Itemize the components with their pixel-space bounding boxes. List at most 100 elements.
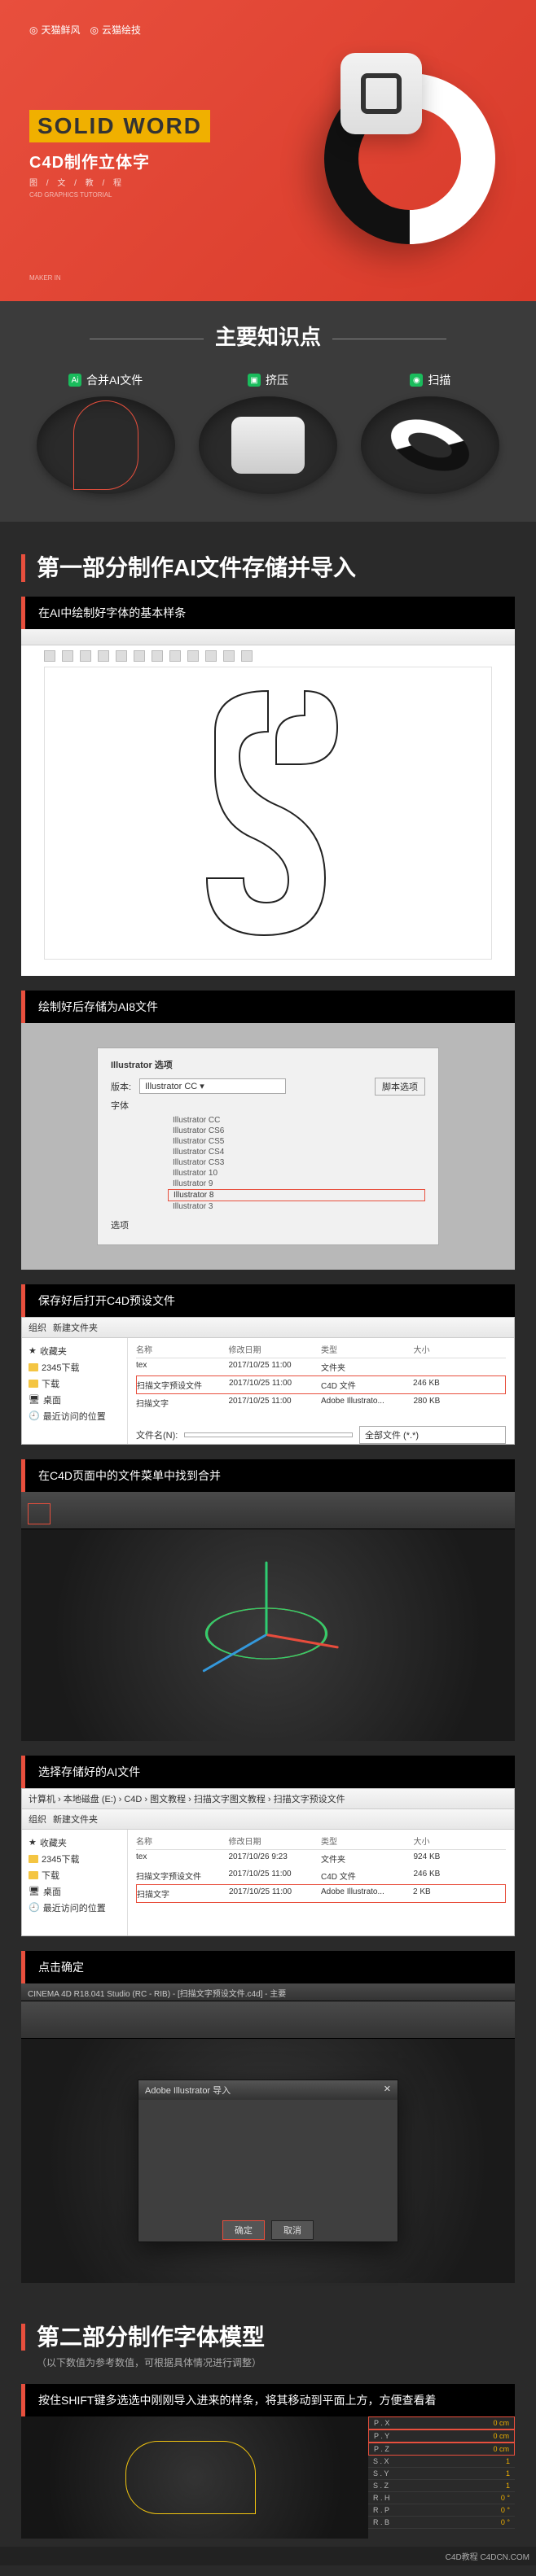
axis-gizmo[interactable] <box>266 1634 270 1637</box>
explorer-btn[interactable]: 新建文件夹 <box>53 1813 98 1826</box>
kp-item-sweep: ◉扫描 <box>357 372 503 494</box>
version-label: 版本: <box>111 1080 131 1093</box>
coordinate-panel[interactable]: P . X0 cm P . Y0 cm P . Z0 cm S . X1 S .… <box>368 2416 515 2539</box>
step-open-c4d-preset: 保存好后打开C4D预设文件 组织 新建文件夹 ★ 收藏夹 2345下载 下载 🖥… <box>21 1284 515 1445</box>
version-option[interactable]: Illustrator CS6 <box>168 1126 425 1136</box>
coord-row[interactable]: S . X1 <box>368 2456 515 2468</box>
ai-tool-icon[interactable] <box>205 650 217 662</box>
ai-tool-icon[interactable] <box>187 650 199 662</box>
explorer-btn[interactable]: 组织 <box>29 1321 46 1334</box>
file-row[interactable]: tex2017/10/26 9:23文件夹924 KB <box>136 1850 506 1867</box>
ai-tool-icon[interactable] <box>98 650 109 662</box>
part-2-note: （以下数值为参考数值，可根据具体情况进行调整） <box>21 2355 515 2369</box>
coord-row[interactable]: R . H0 ° <box>368 2492 515 2504</box>
explorer-btn[interactable]: 新建文件夹 <box>53 1321 98 1334</box>
version-option[interactable]: Illustrator CC <box>168 1115 425 1126</box>
cancel-button[interactable]: 取消 <box>271 2220 314 2240</box>
ai-tool-icon[interactable] <box>223 650 235 662</box>
explorer-sidebar[interactable]: ★ 收藏夹 2345下载 下载 🖥 桌面 🕘 最近访问的位置 <box>22 1338 128 1444</box>
col-name[interactable]: 名称 <box>136 1835 229 1847</box>
sidebar-item[interactable]: ★ 收藏夹 <box>29 1343 121 1359</box>
c4d-toolbar[interactable] <box>21 2001 515 2039</box>
explorer-file-list[interactable]: 名称 修改日期 类型 大小 tex2017/10/26 9:23文件夹924 K… <box>128 1830 514 1935</box>
filename-input[interactable] <box>184 1432 353 1437</box>
coord-row[interactable]: R . B0 ° <box>368 2517 515 2529</box>
kp-item-merge-ai: Ai合并AI文件 <box>33 372 179 494</box>
explorer-shot-1: 组织 新建文件夹 ★ 收藏夹 2345下载 下载 🖥 桌面 🕘 最近访问的位置 … <box>21 1317 515 1445</box>
version-option[interactable]: Illustrator CS3 <box>168 1157 425 1168</box>
ai-tool-icon[interactable] <box>152 650 163 662</box>
sidebar-item[interactable]: 下载 <box>29 1867 121 1883</box>
sidebar-item[interactable]: 🖥 桌面 <box>29 1883 121 1900</box>
version-option[interactable]: Illustrator CS5 <box>168 1136 425 1147</box>
file-menu-highlight[interactable] <box>28 1503 51 1524</box>
col-type[interactable]: 类型 <box>321 1343 414 1355</box>
ai-menu-bar[interactable] <box>21 629 515 645</box>
ai-top-toolbar[interactable] <box>44 645 492 667</box>
version-option[interactable]: Illustrator CS4 <box>168 1147 425 1157</box>
col-name[interactable]: 名称 <box>136 1343 229 1355</box>
version-option[interactable]: Illustrator 3 <box>168 1201 425 1212</box>
coord-row[interactable]: S . Y1 <box>368 2468 515 2480</box>
file-row[interactable]: tex2017/10/25 11:00文件夹 <box>136 1358 506 1375</box>
sidebar-item[interactable]: ★ 收藏夹 <box>29 1835 121 1851</box>
version-option[interactable]: Illustrator 9 <box>168 1179 425 1189</box>
c4d-viewport[interactable] <box>21 1529 515 1741</box>
col-size[interactable]: 大小 <box>414 1835 507 1847</box>
coord-row[interactable]: P . Z0 cm <box>368 2443 515 2456</box>
sidebar-item[interactable]: 2345下载 <box>29 1851 121 1867</box>
version-dropdown[interactable]: Illustrator CC ▾ <box>139 1078 286 1094</box>
col-type[interactable]: 类型 <box>321 1835 414 1847</box>
file-row-highlighted[interactable]: 扫描文字预设文件2017/10/25 11:00C4D 文件246 KB <box>136 1375 506 1394</box>
ai-tool-icon[interactable] <box>44 650 55 662</box>
version-option[interactable]: Illustrator 10 <box>168 1168 425 1179</box>
breadcrumb[interactable]: 计算机 › 本地磁盘 (E:) › C4D › 图文教程 › 扫描文字图文教程 … <box>29 1792 345 1805</box>
col-size[interactable]: 大小 <box>414 1343 507 1355</box>
sidebar-item[interactable]: 🖥 桌面 <box>29 1392 121 1408</box>
ai-tool-icon[interactable] <box>116 650 127 662</box>
col-date[interactable]: 修改日期 <box>229 1343 322 1355</box>
ai-tool-icon[interactable] <box>62 650 73 662</box>
kp-thumb-2 <box>199 396 337 494</box>
filter-dropdown[interactable]: 全部文件 (*.*) <box>359 1426 506 1444</box>
version-option-highlighted[interactable]: Illustrator 8 <box>168 1189 425 1201</box>
step-bar: 在AI中绘制好字体的基本样条 <box>21 597 515 629</box>
ai-artboard[interactable] <box>44 667 492 960</box>
ai-tool-icon[interactable] <box>80 650 91 662</box>
explorer-file-list[interactable]: 名称 修改日期 类型 大小 tex2017/10/25 11:00文件夹 扫描文… <box>128 1338 514 1444</box>
file-row-highlighted[interactable]: 扫描文字2017/10/25 11:00Adobe Illustrato...2… <box>136 1884 506 1903</box>
c4d-viewport[interactable]: Adobe Illustrator 导入✕ 确定 取消 <box>21 2039 515 2283</box>
c4d-menu-bar[interactable] <box>21 1492 515 1529</box>
ai-import-dialog[interactable]: Adobe Illustrator 导入✕ 确定 取消 <box>138 2080 398 2242</box>
explorer-toolbar[interactable]: 组织 新建文件夹 <box>22 1318 514 1338</box>
selected-spline[interactable] <box>125 2441 256 2514</box>
hero-title: SOLID WORD <box>29 110 210 142</box>
explorer-sidebar[interactable]: ★ 收藏夹 2345下载 下载 🖥 桌面 🕘 最近访问的位置 <box>22 1830 128 1935</box>
file-row[interactable]: 扫描文字预设文件2017/10/25 11:00C4D 文件246 KB <box>136 1867 506 1884</box>
script-options-button[interactable]: 脚本选项 <box>375 1078 425 1096</box>
ai-tool-icon[interactable] <box>169 650 181 662</box>
version-list[interactable]: Illustrator CC Illustrator CS6 Illustrat… <box>168 1115 425 1212</box>
c4d-viewport[interactable] <box>21 2416 368 2539</box>
explorer-btn[interactable]: 组织 <box>29 1813 46 1826</box>
ai-tool-icon[interactable] <box>134 650 145 662</box>
col-date[interactable]: 修改日期 <box>229 1835 322 1847</box>
ai-tool-icon[interactable] <box>241 650 253 662</box>
explorer-breadcrumb[interactable]: 计算机 › 本地磁盘 (E:) › C4D › 图文教程 › 扫描文字图文教程 … <box>22 1789 514 1809</box>
coord-row[interactable]: P . X0 cm <box>368 2416 515 2429</box>
sidebar-item[interactable]: 下载 <box>29 1375 121 1392</box>
c4d-import-dialog-shot: CINEMA 4D R18.041 Studio (RC - RIB) - [扫… <box>21 1983 515 2283</box>
sidebar-item[interactable]: 2345下载 <box>29 1359 121 1375</box>
explorer-toolbar[interactable]: 组织 新建文件夹 <box>22 1809 514 1830</box>
illustrator-options-dialog[interactable]: Illustrator 选项 版本: Illustrator CC ▾ 脚本选项… <box>97 1047 439 1245</box>
sidebar-item[interactable]: 🕘 最近访问的位置 <box>29 1900 121 1916</box>
coord-row[interactable]: P . Y0 cm <box>368 2429 515 2443</box>
dialog-titlebar[interactable]: Adobe Illustrator 导入✕ <box>138 2080 398 2100</box>
axis-y-icon <box>266 1561 268 1634</box>
file-row[interactable]: 扫描文字2017/10/25 11:00Adobe Illustrato...2… <box>136 1394 506 1411</box>
sidebar-item[interactable]: 🕘 最近访问的位置 <box>29 1408 121 1424</box>
close-icon[interactable]: ✕ <box>384 2084 391 2097</box>
ok-button[interactable]: 确定 <box>222 2220 265 2240</box>
coord-row[interactable]: S . Z1 <box>368 2480 515 2492</box>
coord-row[interactable]: R . P0 ° <box>368 2504 515 2517</box>
